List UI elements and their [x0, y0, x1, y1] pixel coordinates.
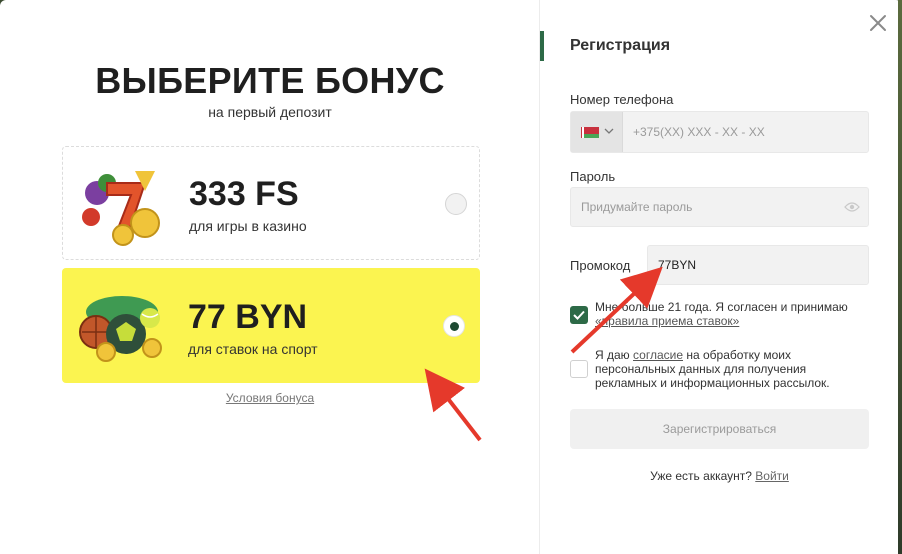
consent-link[interactable]: согласие — [633, 348, 683, 362]
checkmark-icon — [573, 310, 585, 320]
chevron-down-icon — [604, 128, 614, 134]
bonus-description: для ставок на спорт — [188, 341, 318, 357]
sport-balls-icon — [79, 296, 162, 362]
promo-input[interactable] — [648, 246, 868, 284]
bonus-card-casino[interactable]: 333 FS для игры в казино — [62, 146, 480, 260]
data-consent-text: Я даю согласие на обработку моих персона… — [595, 348, 830, 390]
promo-field — [647, 245, 869, 285]
title-accent-bar — [540, 31, 544, 61]
background-edge — [898, 0, 902, 554]
promo-label: Промокод — [570, 258, 631, 273]
bonus-title: ВЫБЕРИТЕ БОНУС — [95, 60, 445, 101]
data-consent-checkbox[interactable] — [570, 360, 588, 378]
bonus-amount: 333 FS — [189, 175, 299, 213]
belarus-flag-icon — [581, 127, 599, 138]
bonus-panel: ВЫБЕРИТЕ БОНУС на первый депозит 333 FS … — [0, 0, 540, 554]
registration-modal: ВЫБЕРИТЕ БОНУС на первый депозит 333 FS … — [0, 0, 902, 554]
bonus-description: для игры в казино — [189, 218, 307, 234]
bonus-card-sport[interactable]: 77 BYN для ставок на спорт — [62, 268, 480, 383]
age-consent-checkbox[interactable] — [570, 306, 588, 324]
registration-title: Регистрация — [570, 37, 671, 54]
bonus-amount: 77 BYN — [188, 298, 308, 336]
betting-rules-link[interactable]: «правила приема ставок» — [595, 314, 739, 328]
bonus-radio-casino[interactable] — [445, 193, 467, 215]
password-field — [570, 187, 869, 227]
bonus-subtitle: на первый депозит — [208, 104, 332, 120]
phone-label: Номер телефона — [570, 92, 674, 107]
registration-panel: Регистрация Номер телефона Пароль — [540, 0, 902, 554]
bonus-terms-link[interactable]: Условия бонуса — [0, 391, 540, 405]
password-label: Пароль — [570, 169, 616, 184]
register-button[interactable]: Зарегистрироваться — [570, 409, 869, 449]
login-row: Уже есть аккаунт? Войти — [650, 469, 789, 483]
phone-field — [570, 111, 869, 153]
age-consent-text: Мне больше 21 года. Я согласен и принима… — [595, 300, 848, 328]
close-icon[interactable] — [866, 11, 890, 35]
country-select[interactable] — [571, 112, 623, 152]
phone-input[interactable] — [623, 112, 868, 152]
casino-slot-icon — [82, 171, 160, 246]
eye-icon[interactable] — [844, 201, 860, 213]
password-input[interactable] — [571, 188, 841, 226]
login-link[interactable]: Войти — [755, 469, 789, 483]
bonus-radio-sport[interactable] — [443, 315, 465, 337]
